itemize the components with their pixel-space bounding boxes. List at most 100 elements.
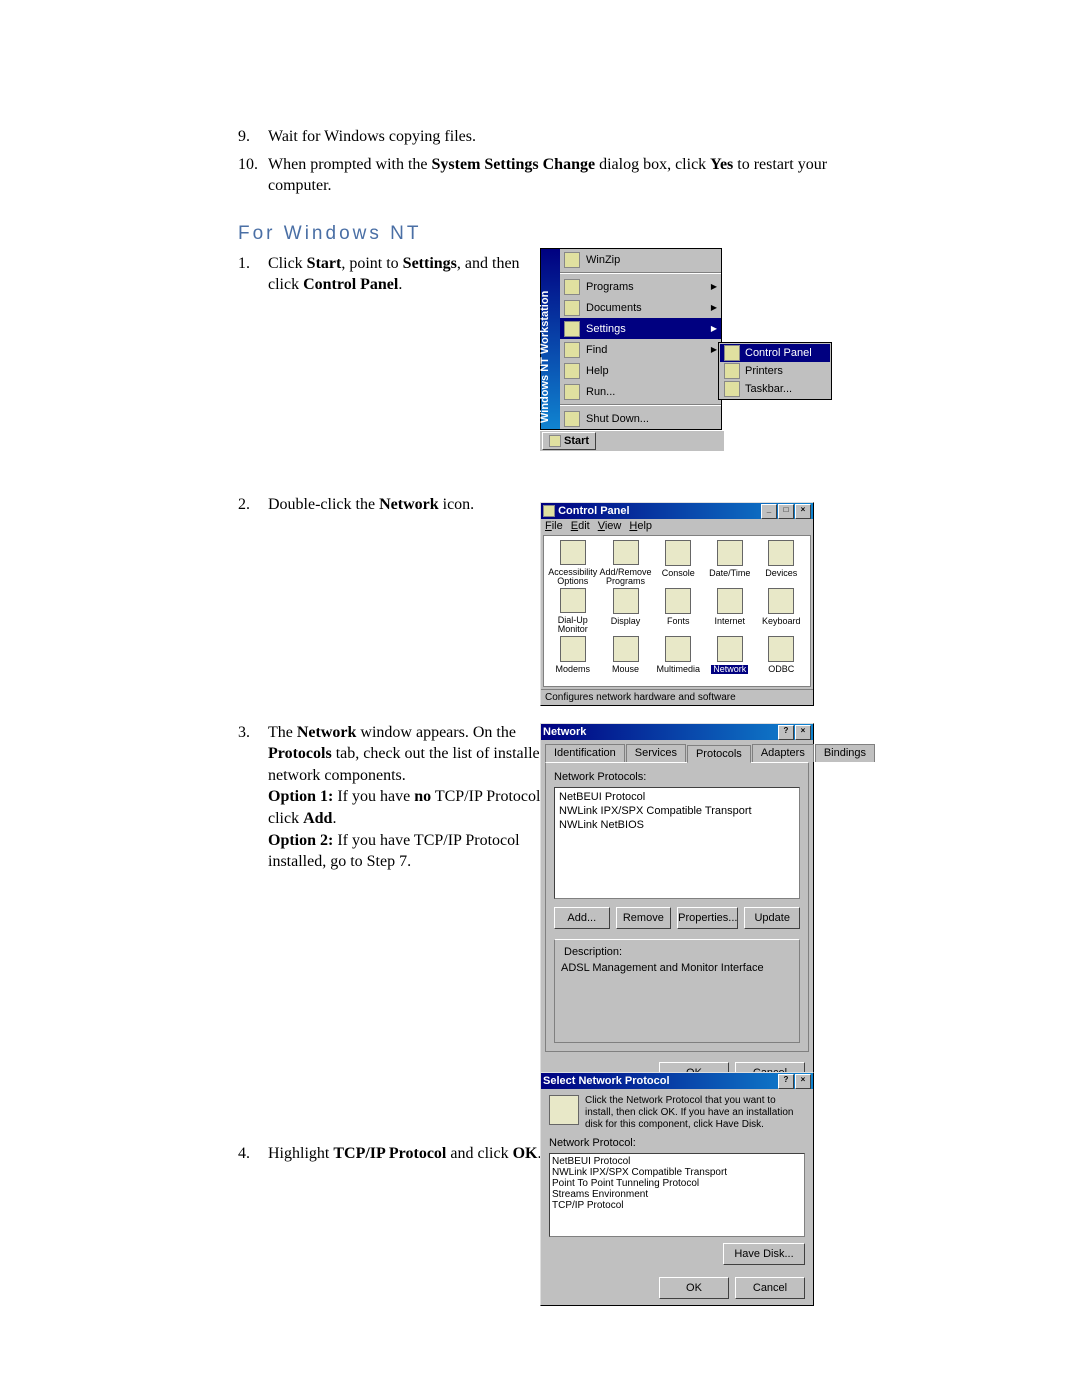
step-text: Double-click the Network icon. <box>268 494 548 516</box>
menu-separator <box>560 404 721 406</box>
cp-icon-accessibility[interactable]: Accessibility Options <box>548 540 597 586</box>
close-button[interactable]: × <box>795 725 811 740</box>
start-item-shutdown[interactable]: Shut Down... <box>560 408 721 429</box>
tab-protocols[interactable]: Protocols <box>687 745 751 763</box>
start-item-documents[interactable]: Documents▶ <box>560 297 721 318</box>
start-item-settings[interactable]: Settings▶ <box>560 318 721 339</box>
list-item-10: 10. When prompted with the System Settin… <box>238 154 848 197</box>
list-item[interactable]: Point To Point Tunneling Protocol <box>552 1178 802 1189</box>
protocol-icon <box>549 1095 579 1125</box>
cp-icon-display[interactable]: Display <box>599 588 651 634</box>
control-panel-grid: Accessibility Options Add/Remove Program… <box>543 535 811 687</box>
ok-button[interactable]: OK <box>659 1277 729 1299</box>
tab-identification[interactable]: Identification <box>545 744 625 762</box>
cp-icon-console[interactable]: Console <box>654 540 704 586</box>
properties-button[interactable]: Properties... <box>677 907 738 929</box>
cp-icon-network[interactable]: Network <box>705 636 754 682</box>
select-protocol-dialog: Select Network Protocol ? × Click the Ne… <box>540 1072 814 1306</box>
cp-icon-multimedia[interactable]: Multimedia <box>654 636 704 682</box>
protocols-listbox[interactable]: NetBEUI Protocol NWLink IPX/SPX Compatib… <box>554 787 800 899</box>
cp-icon-fonts[interactable]: Fonts <box>654 588 704 634</box>
update-button[interactable]: Update <box>744 907 800 929</box>
step-text: The Network window appears. On the Proto… <box>268 722 548 873</box>
tab-bindings[interactable]: Bindings <box>815 744 875 762</box>
control-panel-icon <box>543 505 555 517</box>
menu-help[interactable]: Help <box>629 520 652 532</box>
add-button[interactable]: Add... <box>554 907 610 929</box>
dialup-icon <box>560 588 586 613</box>
submenu-taskbar[interactable]: Taskbar... <box>720 380 830 398</box>
menu-file[interactable]: File <box>545 520 563 532</box>
list-item[interactable]: NetBEUI Protocol <box>557 790 797 804</box>
close-button[interactable]: × <box>795 1074 811 1089</box>
item-number: 10. <box>238 154 268 197</box>
item-number: 9. <box>238 126 268 148</box>
list-item[interactable]: Streams Environment <box>552 1189 802 1200</box>
documents-icon <box>564 300 580 316</box>
help-button[interactable]: ? <box>778 725 794 740</box>
start-item-find[interactable]: Find▶ <box>560 339 721 360</box>
list-item-tcpip[interactable]: TCP/IP Protocol <box>552 1200 802 1211</box>
cp-icon-add-remove[interactable]: Add/Remove Programs <box>599 540 651 586</box>
list-item[interactable]: NetBEUI Protocol <box>552 1156 802 1167</box>
control-panel-window: Control Panel _ □ × File Edit View Help … <box>540 502 814 706</box>
start-item-help[interactable]: Help <box>560 360 721 381</box>
list-item[interactable]: NWLink NetBIOS <box>557 818 797 832</box>
menu-bar: File Edit View Help <box>541 519 813 533</box>
chevron-right-icon: ▶ <box>711 324 717 333</box>
console-icon <box>665 540 691 566</box>
instruction-row: Click the Network Protocol that you want… <box>549 1095 805 1131</box>
step-text: Highlight TCP/IP Protocol and click OK. <box>268 1143 548 1165</box>
network-icon <box>717 636 743 662</box>
list-label: Network Protocol: <box>549 1137 805 1149</box>
minimize-button[interactable]: _ <box>761 504 777 519</box>
chevron-right-icon: ▶ <box>711 303 717 312</box>
help-button[interactable]: ? <box>778 1074 794 1089</box>
start-button[interactable]: Start <box>542 432 596 450</box>
have-disk-button[interactable]: Have Disk... <box>723 1243 805 1265</box>
cp-icon-keyboard[interactable]: Keyboard <box>757 588 807 634</box>
instruction-text: Click the Network Protocol that you want… <box>585 1095 805 1131</box>
list-item[interactable]: NWLink IPX/SPX Compatible Transport <box>552 1167 802 1178</box>
tab-services[interactable]: Services <box>626 744 686 762</box>
have-disk-row: Have Disk... <box>549 1237 805 1265</box>
dialog-title: Select Network Protocol <box>543 1075 670 1087</box>
add-remove-icon <box>613 540 639 565</box>
window-controls: ? × <box>778 725 811 740</box>
cp-icon-dialup[interactable]: Dial-Up Monitor <box>548 588 597 634</box>
dialog-body: Click the Network Protocol that you want… <box>541 1089 813 1271</box>
screenshot-control-panel: Control Panel _ □ × File Edit View Help … <box>540 482 814 706</box>
maximize-button[interactable]: □ <box>778 504 794 519</box>
menu-edit[interactable]: Edit <box>571 520 590 532</box>
close-button[interactable]: × <box>795 504 811 519</box>
start-item-winzip[interactable]: WinZip <box>560 249 721 270</box>
list-item[interactable]: NWLink IPX/SPX Compatible Transport <box>557 804 797 818</box>
display-icon <box>613 588 639 614</box>
description-label: Description: <box>561 946 625 958</box>
keyboard-icon <box>768 588 794 614</box>
menu-view[interactable]: View <box>598 520 622 532</box>
devices-icon <box>768 540 794 566</box>
tab-adapters[interactable]: Adapters <box>752 744 814 762</box>
cp-icon-devices[interactable]: Devices <box>757 540 807 586</box>
start-item-run[interactable]: Run... <box>560 381 721 402</box>
cancel-button[interactable]: Cancel <box>735 1277 805 1299</box>
cp-icon-datetime[interactable]: Date/Time <box>705 540 754 586</box>
step-text: Click Start, point to Settings, and then… <box>268 253 548 296</box>
cp-icon-mouse[interactable]: Mouse <box>599 636 651 682</box>
window-controls: _ □ × <box>761 504 811 519</box>
windows-icon <box>549 435 561 447</box>
cp-icon-internet[interactable]: Internet <box>705 588 754 634</box>
cp-icon-modems[interactable]: Modems <box>548 636 597 682</box>
screenshot-start-menu: Windows NT Workstation WinZip Programs▶ … <box>540 248 840 451</box>
submenu-printers[interactable]: Printers <box>720 362 830 380</box>
button-row: Add... Remove Properties... Update <box>554 907 800 929</box>
start-menu-items: WinZip Programs▶ Documents▶ Settings▶ Fi… <box>560 249 721 429</box>
submenu-control-panel[interactable]: Control Panel <box>720 344 830 362</box>
help-icon <box>564 363 580 379</box>
cp-icon-odbc[interactable]: ODBC <box>757 636 807 682</box>
start-item-programs[interactable]: Programs▶ <box>560 276 721 297</box>
datetime-icon <box>717 540 743 566</box>
remove-button[interactable]: Remove <box>616 907 672 929</box>
protocol-listbox[interactable]: NetBEUI Protocol NWLink IPX/SPX Compatib… <box>549 1153 805 1237</box>
